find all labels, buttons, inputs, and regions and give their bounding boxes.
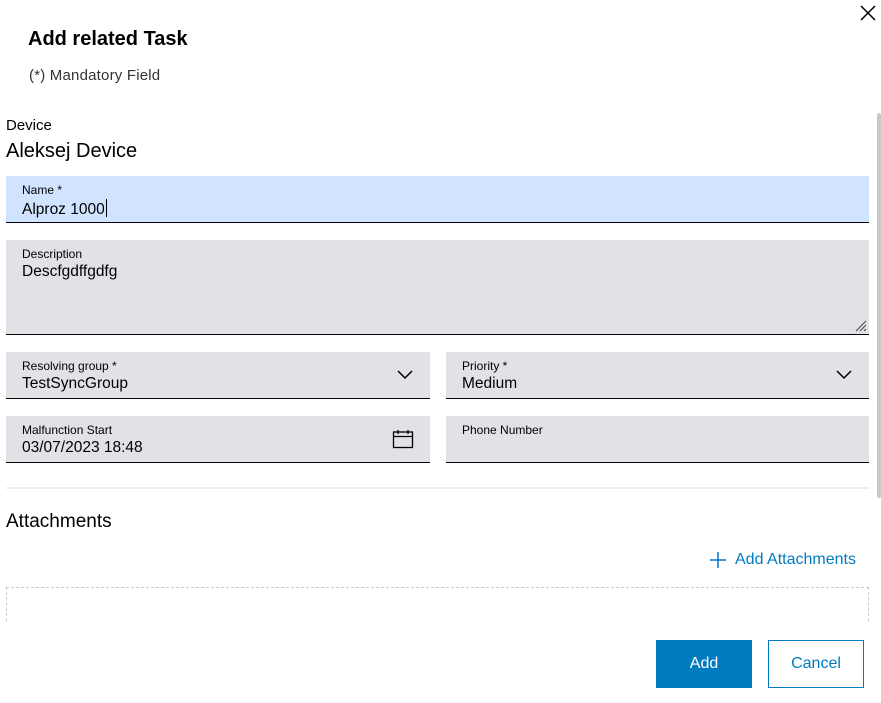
description-field[interactable]: Description Descfgdffgdfg [6, 240, 869, 335]
name-field-value[interactable]: Alproz 1000 [22, 201, 105, 218]
name-field-label: Name * [22, 183, 63, 197]
calendar-icon[interactable] [392, 429, 414, 449]
cancel-button[interactable]: Cancel [768, 640, 864, 688]
close-button[interactable] [857, 2, 879, 24]
add-attachments-label: Add Attachments [735, 551, 856, 568]
chevron-down-icon[interactable] [835, 368, 853, 380]
malfunction-start-field[interactable]: Malfunction Start 03/07/2023 18:48 [6, 416, 430, 463]
scrollbar[interactable] [877, 113, 881, 498]
malfunction-start-label: Malfunction Start [22, 423, 113, 437]
name-field[interactable]: Name * Alproz 1000 [6, 176, 869, 223]
malfunction-start-value[interactable]: 03/07/2023 18:48 [22, 439, 143, 457]
add-attachments-button[interactable]: Add Attachments [709, 550, 856, 570]
dialog-content: Device Aleksej Device Name * Alproz 1000… [0, 113, 881, 623]
device-value: Aleksej Device [6, 140, 138, 162]
description-field-label: Description [22, 247, 83, 261]
phone-number-label: Phone Number [462, 423, 543, 437]
attachments-title: Attachments [6, 511, 112, 532]
attachments-dropzone[interactable] [6, 587, 869, 623]
priority-label: Priority * [462, 359, 508, 373]
close-icon [860, 5, 876, 21]
priority-select[interactable]: Priority * Medium [446, 352, 869, 399]
description-field-value[interactable]: Descfgdffgdfg [22, 263, 117, 281]
section-divider [6, 487, 869, 489]
dialog-title: Add related Task [28, 28, 188, 50]
add-button[interactable]: Add [656, 640, 752, 688]
chevron-down-icon[interactable] [396, 368, 414, 380]
resolving-group-select[interactable]: Resolving group * TestSyncGroup [6, 352, 430, 399]
text-caret [105, 199, 107, 217]
priority-value: Medium [462, 375, 518, 392]
resize-handle-icon[interactable] [855, 320, 867, 332]
mandatory-note: (*) Mandatory Field [29, 67, 161, 84]
resolving-group-label: Resolving group * [22, 359, 117, 373]
phone-number-field[interactable]: Phone Number [446, 416, 869, 463]
resolving-group-value: TestSyncGroup [22, 375, 128, 392]
plus-icon [710, 552, 726, 568]
device-label: Device [6, 117, 52, 134]
name-field-value-wrap[interactable]: Alproz 1000 [22, 199, 107, 219]
